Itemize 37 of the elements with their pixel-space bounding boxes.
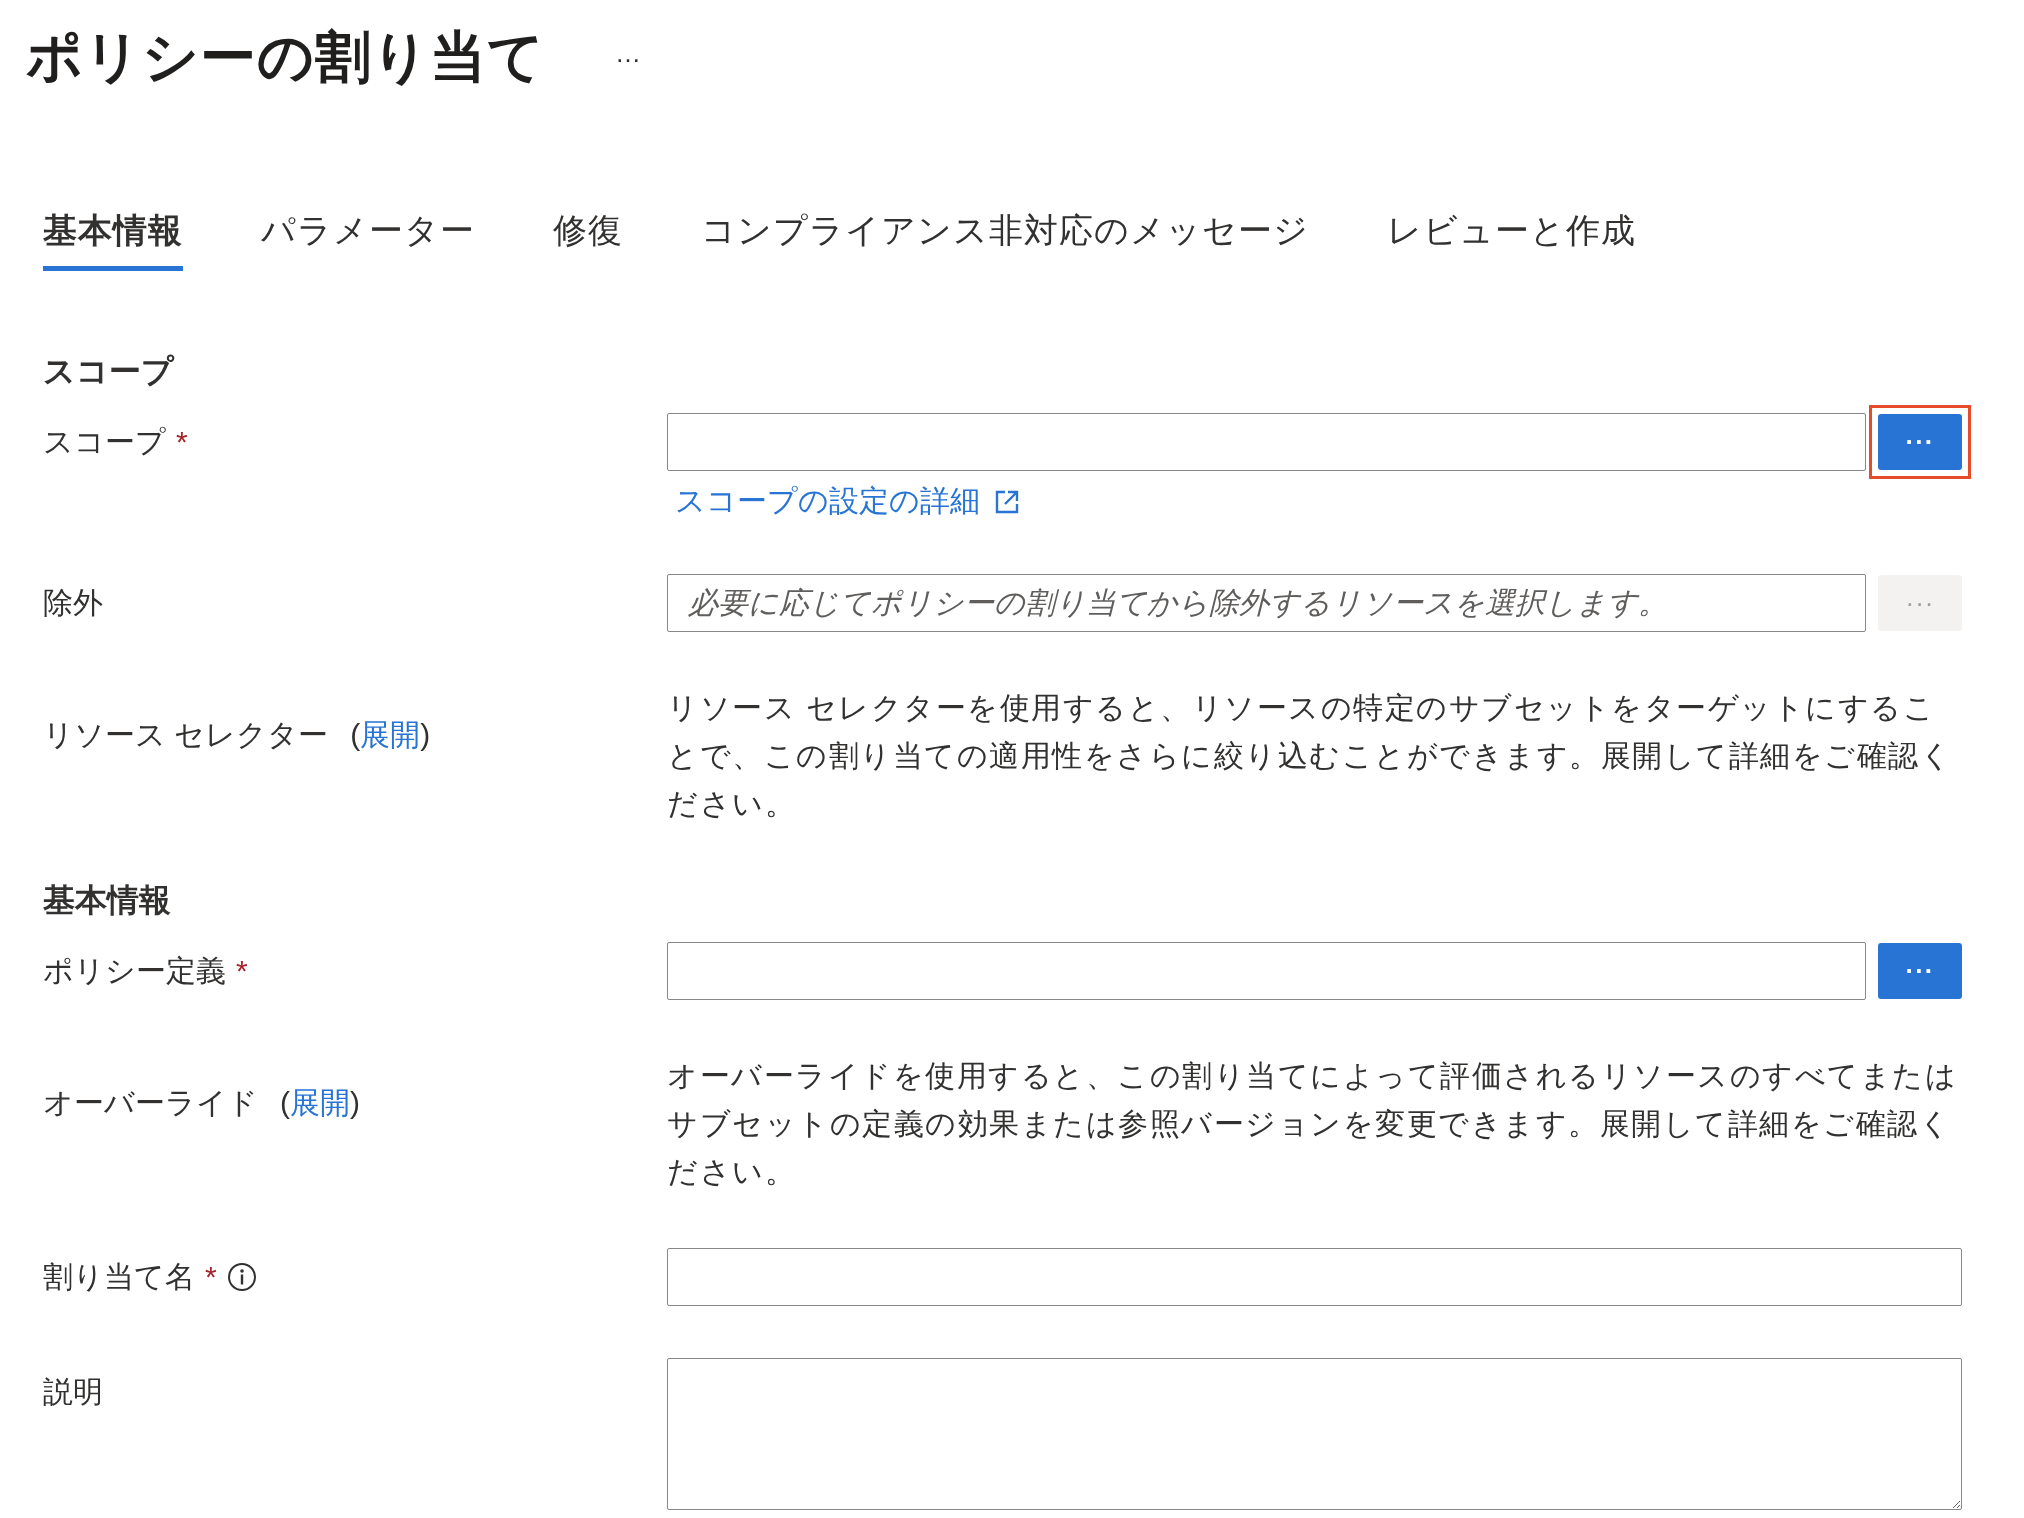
field-label: スコープ	[43, 423, 166, 460]
paren-text: (	[280, 1086, 290, 1120]
description-text: オーバーライドを使用すると、この割り当てによって評価されるリソースのすべてまたはサブセットの定義の効果または参照バージョンを変更できます。展開して詳細をご確認ください。	[667, 1058, 1958, 1190]
required-mark: *	[176, 425, 188, 459]
expand-link[interactable]: 展開	[360, 714, 421, 756]
tab[interactable]: 基本情報	[43, 208, 183, 271]
paren-text: (	[350, 718, 361, 752]
field-label: リソース セレクター	[43, 716, 329, 753]
section-heading: 基本情報	[43, 881, 172, 920]
info-icon[interactable]	[226, 1262, 257, 1292]
browse-button[interactable]: ···	[1878, 414, 1962, 470]
field-label: 割り当て名	[43, 1258, 195, 1295]
section-heading: スコープ	[43, 352, 176, 391]
field-label: オーバーライド	[43, 1084, 258, 1121]
tab[interactable]: レビューと作成	[1387, 208, 1636, 271]
field-label: ポリシー定義	[43, 952, 226, 989]
required-mark: *	[236, 954, 248, 988]
more-button[interactable]: …	[607, 33, 649, 73]
field-label: 除外	[43, 584, 103, 621]
browse-button[interactable]: ···	[1878, 943, 1962, 999]
tab[interactable]: コンプライアンス非対応のメッセージ	[701, 208, 1309, 271]
tab[interactable]: パラメーター	[261, 208, 475, 271]
learn-more-link[interactable]: スコープの設定の詳細	[675, 481, 980, 522]
external-link-icon	[994, 488, 1020, 515]
input-field[interactable]	[667, 942, 1866, 1000]
paren-text: )	[350, 1086, 360, 1120]
input-field[interactable]	[667, 413, 1866, 471]
paren-text: )	[420, 718, 431, 752]
description-field[interactable]	[667, 1358, 1962, 1510]
required-mark: *	[205, 1260, 217, 1294]
tab[interactable]: 修復	[553, 208, 623, 271]
description-text: リソース セレクターを使用すると、リソースの特定のサブセットをターゲットにすることで、この割り当ての適用性をさらに絞り込むことができます。展開して詳細をご確認ください。	[667, 690, 1953, 822]
input-field[interactable]: 必要に応じてポリシーの割り当てから除外するリソースを選択します。	[667, 574, 1866, 632]
expand-link[interactable]: 展開	[290, 1082, 350, 1124]
field-label: 説明	[43, 1374, 103, 1410]
input-field[interactable]	[667, 1248, 1962, 1306]
page-title: ポリシーの割り当て	[26, 24, 545, 90]
